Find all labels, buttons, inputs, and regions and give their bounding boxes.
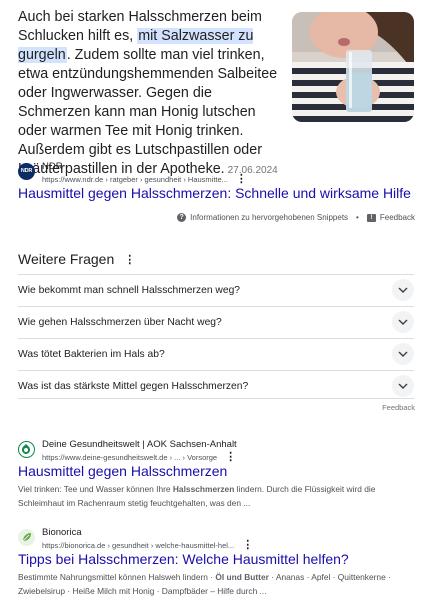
paa-title: Weitere Fragen [18, 251, 115, 267]
result-source[interactable]: Bionorica https://bionorica.de › gesundh… [18, 527, 418, 551]
paa-question-text: Was ist das stärkste Mittel gegen Halssc… [18, 381, 249, 392]
snippet-text-after: . Zudem sollte man viel trinken, etwa en… [18, 47, 278, 177]
search-result: Bionorica https://bionorica.de › gesundh… [18, 527, 418, 598]
result-description: Bestimmte Nahrungsmittel können Halsweh … [18, 571, 418, 598]
result-desc-bold: Halsschmerzen [172, 484, 235, 494]
chevron-down-icon[interactable] [392, 343, 414, 365]
snippet-source-name: NDR [42, 161, 63, 172]
featured-image[interactable] [292, 12, 414, 122]
snippet-info-bar: ? Informationen zu hervorgehobenen Snipp… [177, 213, 415, 222]
ndr-favicon-icon: NDR [18, 163, 35, 180]
snippet-source-url-text: https://www.ndr.de › ratgeber › gesundhe… [42, 175, 228, 184]
chevron-down-icon[interactable] [392, 279, 414, 301]
result-url: https://www.deine-gesundheitswelt.de › .… [42, 450, 236, 463]
paa-menu-icon[interactable]: ⋮ [124, 253, 135, 266]
help-circle-icon[interactable]: ? [177, 213, 187, 222]
snippet-link-title[interactable]: Hausmittel gegen Halsschmerzen: Schnelle… [18, 185, 411, 201]
result-url-text: https://bionorica.de › gesundheit › welc… [42, 541, 235, 550]
result-desc-part: Bestimmte Nahrungsmittel können Halsweh … [18, 572, 216, 582]
result-desc-part: Viel trinken: Tee und Wasser können Ihre [18, 484, 173, 494]
paa-question-text: Was tötet Bakterien im Hals ab? [18, 349, 165, 360]
search-result: Deine Gesundheitswelt | AOK Sachsen-Anha… [18, 439, 418, 510]
result-source-name: Bionorica [42, 527, 82, 538]
separator-dot: • [356, 213, 359, 222]
snippet-source-url: https://www.ndr.de › ratgeber › gesundhe… [42, 172, 247, 185]
more-options-icon[interactable]: ⋮ [225, 450, 236, 463]
bionorica-favicon-icon [18, 529, 35, 546]
aok-favicon-icon [18, 441, 35, 458]
snippet-source[interactable]: NDR NDR https://www.ndr.de › ratgeber › … [18, 161, 418, 185]
result-description: Viel trinken: Tee und Wasser können Ihre… [18, 483, 418, 510]
paa-question-text: Wie gehen Halsschmerzen über Nacht weg? [18, 317, 222, 328]
paa-divider [18, 398, 414, 399]
paa-question[interactable]: Wie gehen Halsschmerzen über Nacht weg? [18, 306, 414, 338]
more-options-icon[interactable]: ⋮ [236, 172, 247, 185]
paa-question-text: Wie bekommt man schnell Halsschmerzen we… [18, 285, 241, 296]
feedback-icon[interactable]: ! [366, 213, 376, 222]
paa-question[interactable]: Wie bekommt man schnell Halsschmerzen we… [18, 274, 414, 306]
woman-gargling-image [292, 12, 414, 122]
result-source-name: Deine Gesundheitswelt | AOK Sachsen-Anha… [42, 439, 237, 450]
snippet-info-link[interactable]: Informationen zu hervorgehobenen Snippet… [190, 213, 348, 222]
paa-question[interactable]: Was tötet Bakterien im Hals ab? [18, 338, 414, 370]
paa-heading: Weitere Fragen ⋮ [18, 251, 135, 267]
result-source[interactable]: Deine Gesundheitswelt | AOK Sachsen-Anha… [18, 439, 418, 463]
result-url-text: https://www.deine-gesundheitswelt.de › .… [42, 453, 218, 462]
chevron-down-icon[interactable] [392, 375, 414, 397]
snippet-feedback-link[interactable]: Feedback [380, 213, 415, 222]
featured-snippet-text: Auch bei starken Halsschmerzen beim Schl… [18, 8, 286, 180]
paa-feedback-link[interactable]: Feedback [382, 403, 415, 412]
result-title-link[interactable]: Tipps bei Halsschmerzen: Welche Hausmitt… [18, 551, 418, 567]
result-title-link[interactable]: Hausmittel gegen Halsschmerzen [18, 463, 418, 479]
more-options-icon[interactable]: ⋮ [242, 538, 253, 551]
chevron-down-icon[interactable] [392, 311, 414, 333]
result-desc-bold: Öl und Butter [215, 572, 269, 582]
result-url: https://bionorica.de › gesundheit › welc… [42, 538, 253, 551]
